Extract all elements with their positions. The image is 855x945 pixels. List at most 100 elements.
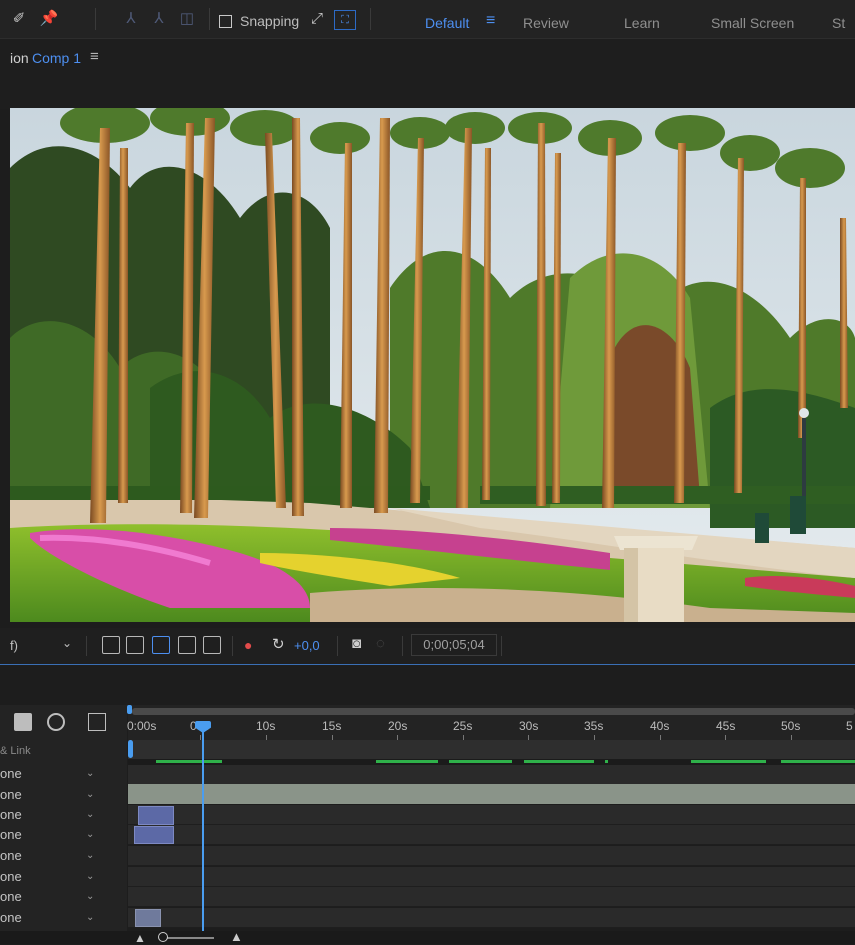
workspace-small-screen[interactable]: Small Screen [711,15,794,31]
ruler-label: 40s [650,719,670,733]
workspace-learn[interactable]: Learn [624,15,660,31]
bar-divider [501,636,502,656]
snapping-checkbox[interactable] [219,15,232,28]
ruler-label: 5 [846,719,853,733]
zoom-out-icon[interactable]: ▲ [134,931,146,945]
zoom-slider-track[interactable] [160,937,214,939]
palm-park-scene [10,108,855,622]
composition-track[interactable] [128,740,855,759]
cache-segment [691,760,766,763]
ruler-label: 20s [388,719,408,733]
cache-segment [449,760,512,763]
toolbar-divider [95,8,96,30]
toolbar-divider [370,8,371,30]
layer-track[interactable] [128,908,855,928]
snapshot-camera-icon[interactable]: ◙ [352,635,361,652]
layer-track[interactable] [128,887,855,907]
layer-track[interactable] [128,846,855,866]
parent-value: one [0,889,22,904]
cache-segment [781,760,855,763]
snapping-edge-icon[interactable]: ⤢ [306,9,328,29]
layer-clip[interactable] [138,806,174,825]
parent-dropdown[interactable]: one ⌄ [0,805,120,825]
zoom-in-icon[interactable]: ▲ [230,929,243,944]
parent-value: one [0,787,22,802]
resolution-dropdown-icon[interactable]: ⌄ [62,636,72,650]
parent-dropdown[interactable]: one ⌄ [0,785,120,805]
bar-divider [232,636,233,656]
timeline-panel-header [0,665,855,705]
bar-divider [337,636,338,656]
motion-blur-icon[interactable] [47,713,65,731]
brush-tool-icon[interactable]: ✐ [8,9,30,29]
snapping-label[interactable]: Snapping [240,13,299,29]
chevron-down-icon: ⌄ [86,809,95,820]
composition-tab-name[interactable]: Comp 1 [32,50,81,66]
workspace-default[interactable]: Default [425,15,469,31]
composition-viewer[interactable] [10,108,855,622]
layer-track[interactable] [128,765,855,785]
bar-divider [402,636,403,656]
parent-dropdown[interactable]: one ⌄ [0,908,120,928]
puppet-starch-icon[interactable]: ⅄ [148,9,170,29]
transparency-grid-icon[interactable] [126,636,144,654]
top-toolbar: ✐ 📌 ⅄ ⅄ ◫ Snapping ⤢ ⛶ Default ≡ Review … [0,0,855,38]
cache-segment [156,760,222,763]
frame-blending-icon[interactable] [14,713,32,731]
reset-exposure-icon[interactable]: ↻ [272,635,285,653]
parent-value: one [0,827,22,842]
guide-options-icon[interactable] [203,636,221,654]
graph-editor-icon[interactable] [88,713,106,731]
snapping-feature-icon[interactable]: ⛶ [334,10,356,30]
fast-previews-icon[interactable] [102,636,120,654]
layer-track[interactable] [128,867,855,887]
workspace-review[interactable]: Review [523,15,569,31]
parent-dropdown[interactable]: one ⌄ [0,825,120,845]
parent-dropdown[interactable]: one ⌄ [0,867,120,887]
parent-link-header: & Link [0,745,31,757]
ruler-label: 25s [453,719,473,733]
work-area-start-handle[interactable] [127,705,132,714]
layer-track[interactable] [128,805,855,825]
comp-start-marker[interactable] [128,740,133,758]
work-area-bar[interactable] [132,708,855,715]
panel-menu-icon[interactable]: ≡ [90,48,99,65]
layer-clip[interactable] [134,826,174,844]
parent-value: one [0,807,22,822]
parent-value: one [0,869,22,884]
show-snapshot-icon[interactable]: ◌ [376,635,385,652]
parent-dropdown[interactable]: one ⌄ [0,764,120,784]
mask-visibility-icon[interactable] [152,636,170,654]
parent-value: one [0,910,22,925]
composition-panel-header: ion Comp 1 ≡ [0,38,855,109]
ruler-label: 15s [322,719,342,733]
zoom-slider-handle[interactable] [158,932,168,942]
parent-dropdown[interactable]: one ⌄ [0,887,120,907]
chevron-down-icon: ⌄ [86,829,95,840]
chevron-down-icon: ⌄ [86,891,95,902]
toolbar-divider [209,8,210,30]
cache-segment [524,760,594,763]
layer-track[interactable] [128,825,855,845]
parent-value: one [0,848,22,863]
pin-tool-icon[interactable]: 📌 [38,9,60,29]
resolution-value[interactable]: f) [10,638,18,653]
exposure-value[interactable]: +0,0 [294,638,320,653]
workspace-standard[interactable]: St [832,15,845,31]
layer-duration-bar[interactable] [128,784,855,804]
rgb-channel-icon[interactable]: ● [244,637,252,653]
layer-clip[interactable] [135,909,161,927]
viewer-control-bar: f) ⌄ ● ↻ +0,0 ◙ ◌ 0;00;05;04 [0,628,855,665]
puppet-bend-icon[interactable]: ◫ [176,9,198,29]
parent-dropdown[interactable]: one ⌄ [0,846,120,866]
region-of-interest-icon[interactable] [178,636,196,654]
composition-tab-prefix[interactable]: ion [10,50,29,66]
chevron-down-icon: ⌄ [86,850,95,861]
puppet-position-icon[interactable]: ⅄ [120,9,142,29]
chevron-down-icon: ⌄ [86,871,95,882]
workspace-menu-icon[interactable]: ≡ [486,12,495,30]
current-time-indicator-line[interactable] [202,724,204,934]
ruler-label: 50s [781,719,801,733]
ruler-label: 30s [519,719,539,733]
current-time-display[interactable]: 0;00;05;04 [411,634,497,656]
